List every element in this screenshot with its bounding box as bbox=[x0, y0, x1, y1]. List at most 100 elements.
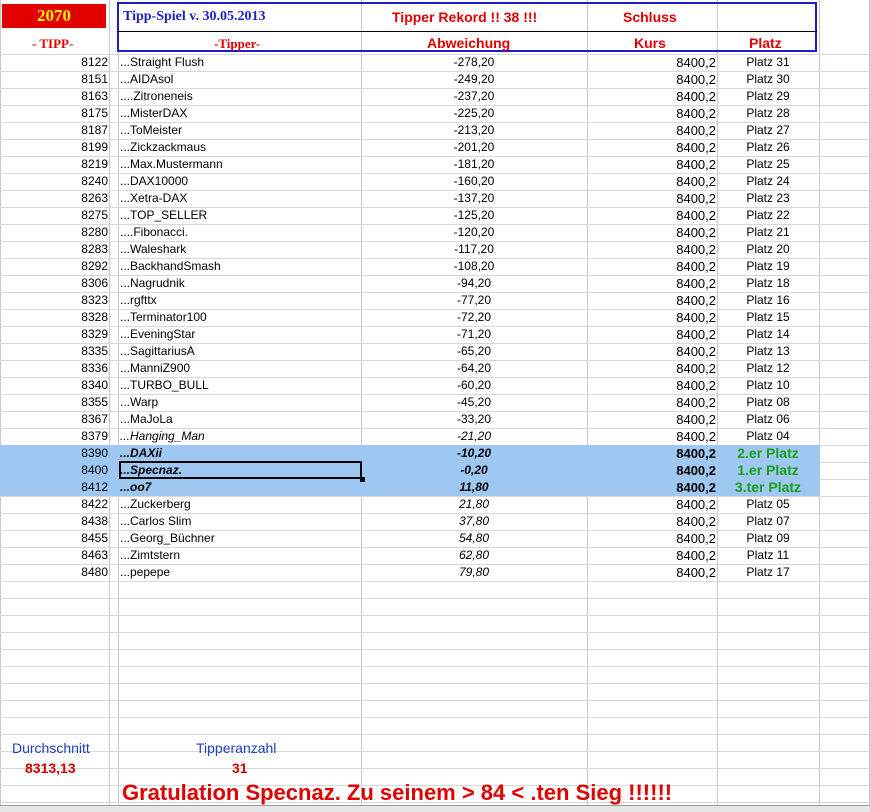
table-row[interactable]: 8292 ...BackhandSmash -108,20 8400,2 Platz 1… bbox=[0, 258, 820, 275]
table-row[interactable]: 8122 ...Straight Flush -278,20 8400,2 Platz … bbox=[0, 54, 820, 71]
selected-cell[interactable] bbox=[119, 461, 362, 479]
platz-cell[interactable]: Platz 16 bbox=[718, 292, 818, 309]
table-row[interactable]: 8329 ...EveningStar -71,20 8400,2 Platz 14 bbox=[0, 326, 820, 343]
tipper-name-cell[interactable]: ...Terminator100 bbox=[120, 309, 358, 326]
deviation-cell[interactable]: -64,20 bbox=[362, 360, 586, 377]
table-row[interactable]: 8463 ...Zimtstern 62,80 8400,2 Platz 11 bbox=[0, 547, 820, 564]
tipp-cell[interactable]: 8280 bbox=[0, 224, 108, 241]
tipp-cell[interactable]: 8306 bbox=[0, 275, 108, 292]
deviation-cell[interactable]: -10,20 bbox=[362, 445, 586, 462]
tipp-cell[interactable]: 8199 bbox=[0, 139, 108, 156]
platz-cell[interactable]: Platz 29 bbox=[718, 88, 818, 105]
platz-cell[interactable]: Platz 31 bbox=[718, 54, 818, 71]
table-row[interactable]: 8283 ...Waleshark -117,20 8400,2 Platz 20 bbox=[0, 241, 820, 258]
table-row[interactable]: 8438 ...Carlos Slim 37,80 8400,2 Platz 07 bbox=[0, 513, 820, 530]
tipper-name-cell[interactable]: ...DAXii bbox=[120, 445, 358, 462]
platz-cell[interactable]: Platz 13 bbox=[718, 343, 818, 360]
table-row[interactable]: 8367 ...MaJoLa -33,20 8400,2 Platz 06 bbox=[0, 411, 820, 428]
tipp-cell[interactable]: 8283 bbox=[0, 241, 108, 258]
kurs-cell[interactable]: 8400,2 bbox=[588, 190, 716, 207]
table-row[interactable]: 8240 ...DAX10000 -160,20 8400,2 Platz 24 bbox=[0, 173, 820, 190]
table-row[interactable]: 8355 ...Warp -45,20 8400,2 Platz 08 bbox=[0, 394, 820, 411]
table-row[interactable]: 8163 ....Zitroneneis -237,20 8400,2 Platz 29 bbox=[0, 88, 820, 105]
table-row[interactable]: 8328 ...Terminator100 -72,20 8400,2 Platz 15 bbox=[0, 309, 820, 326]
tipp-cell[interactable]: 8400 bbox=[0, 462, 108, 479]
kurs-cell[interactable]: 8400,2 bbox=[588, 122, 716, 139]
tipper-name-cell[interactable]: ...ManniZ900 bbox=[120, 360, 358, 377]
table-row[interactable]: 8151 ...AIDAsol -249,20 8400,2 Platz 30 bbox=[0, 71, 820, 88]
kurs-cell[interactable]: 8400,2 bbox=[588, 360, 716, 377]
tipper-name-cell[interactable]: ...Nagrudnik bbox=[120, 275, 358, 292]
deviation-cell[interactable]: -225,20 bbox=[362, 105, 586, 122]
deviation-cell[interactable]: -33,20 bbox=[362, 411, 586, 428]
tipper-name-cell[interactable]: ...Straight Flush bbox=[120, 54, 358, 71]
tipp-cell[interactable]: 8323 bbox=[0, 292, 108, 309]
tipp-cell[interactable]: 8390 bbox=[0, 445, 108, 462]
table-row[interactable]: 8340 ...TURBO_BULL -60,20 8400,2 Platz 10 bbox=[0, 377, 820, 394]
deviation-cell[interactable]: -71,20 bbox=[362, 326, 586, 343]
kurs-cell[interactable]: 8400,2 bbox=[588, 224, 716, 241]
table-row[interactable]: 8275 ...TOP_SELLER -125,20 8400,2 Platz 22 bbox=[0, 207, 820, 224]
tipp-cell[interactable]: 8329 bbox=[0, 326, 108, 343]
deviation-cell[interactable]: -45,20 bbox=[362, 394, 586, 411]
deviation-cell[interactable]: -237,20 bbox=[362, 88, 586, 105]
kurs-cell[interactable]: 8400,2 bbox=[588, 292, 716, 309]
tipper-name-cell[interactable]: ...Hanging_Man bbox=[120, 428, 358, 445]
platz-cell[interactable]: Platz 27 bbox=[718, 122, 818, 139]
kurs-cell[interactable]: 8400,2 bbox=[588, 139, 716, 156]
tipp-cell[interactable]: 8412 bbox=[0, 479, 108, 496]
tipp-cell[interactable]: 8163 bbox=[0, 88, 108, 105]
deviation-cell[interactable]: -117,20 bbox=[362, 241, 586, 258]
tipp-cell[interactable]: 8336 bbox=[0, 360, 108, 377]
deviation-cell[interactable]: 37,80 bbox=[362, 513, 586, 530]
deviation-cell[interactable]: -60,20 bbox=[362, 377, 586, 394]
kurs-cell[interactable]: 8400,2 bbox=[588, 513, 716, 530]
deviation-cell[interactable]: -94,20 bbox=[362, 275, 586, 292]
tipp-cell[interactable]: 8328 bbox=[0, 309, 108, 326]
kurs-cell[interactable]: 8400,2 bbox=[588, 428, 716, 445]
tipp-cell[interactable]: 8275 bbox=[0, 207, 108, 224]
kurs-cell[interactable]: 8400,2 bbox=[588, 88, 716, 105]
tipp-cell[interactable]: 8455 bbox=[0, 530, 108, 547]
deviation-cell[interactable]: -125,20 bbox=[362, 207, 586, 224]
platz-cell[interactable]: Platz 10 bbox=[718, 377, 818, 394]
fill-handle[interactable] bbox=[360, 477, 365, 482]
kurs-cell[interactable]: 8400,2 bbox=[588, 241, 716, 258]
tipper-name-cell[interactable]: ...BackhandSmash bbox=[120, 258, 358, 275]
platz-cell[interactable]: Platz 28 bbox=[718, 105, 818, 122]
tipper-name-cell[interactable]: ...Zuckerberg bbox=[120, 496, 358, 513]
tipp-cell[interactable]: 8151 bbox=[0, 71, 108, 88]
table-row[interactable]: 8390 ...DAXii -10,20 8400,2 2.er Platz bbox=[0, 445, 820, 462]
tipper-name-cell[interactable]: ...rgfttx bbox=[120, 292, 358, 309]
tipper-name-cell[interactable]: ...Carlos Slim bbox=[120, 513, 358, 530]
platz-cell[interactable]: Platz 12 bbox=[718, 360, 818, 377]
table-row[interactable]: 8306 ...Nagrudnik -94,20 8400,2 Platz 18 bbox=[0, 275, 820, 292]
platz-cell[interactable]: Platz 11 bbox=[718, 547, 818, 564]
kurs-cell[interactable]: 8400,2 bbox=[588, 156, 716, 173]
platz-cell[interactable]: Platz 19 bbox=[718, 258, 818, 275]
deviation-cell[interactable]: 21,80 bbox=[362, 496, 586, 513]
tipp-cell[interactable]: 8263 bbox=[0, 190, 108, 207]
kurs-cell[interactable]: 8400,2 bbox=[588, 343, 716, 360]
kurs-cell[interactable]: 8400,2 bbox=[588, 462, 716, 479]
deviation-cell[interactable]: 54,80 bbox=[362, 530, 586, 547]
table-row[interactable]: 8455 ...Georg_Büchner 54,80 8400,2 Platz 09 bbox=[0, 530, 820, 547]
kurs-cell[interactable]: 8400,2 bbox=[588, 326, 716, 343]
deviation-cell[interactable]: -278,20 bbox=[362, 54, 586, 71]
tipper-name-cell[interactable]: ...Georg_Büchner bbox=[120, 530, 358, 547]
kurs-cell[interactable]: 8400,2 bbox=[588, 54, 716, 71]
deviation-cell[interactable]: 79,80 bbox=[362, 564, 586, 581]
tipp-cell[interactable]: 8340 bbox=[0, 377, 108, 394]
tipper-name-cell[interactable]: ....Fibonacci. bbox=[120, 224, 358, 241]
table-row[interactable]: 8263 ...Xetra-DAX -137,20 8400,2 Platz 23 bbox=[0, 190, 820, 207]
kurs-cell[interactable]: 8400,2 bbox=[588, 258, 716, 275]
deviation-cell[interactable]: -201,20 bbox=[362, 139, 586, 156]
kurs-cell[interactable]: 8400,2 bbox=[588, 377, 716, 394]
tipper-name-cell[interactable]: ...Xetra-DAX bbox=[120, 190, 358, 207]
platz-cell[interactable]: Platz 06 bbox=[718, 411, 818, 428]
tipper-name-cell[interactable]: ...oo7 bbox=[120, 479, 358, 496]
table-row[interactable]: 8480 ...pepepe 79,80 8400,2 Platz 17 bbox=[0, 564, 820, 581]
tipp-cell[interactable]: 8480 bbox=[0, 564, 108, 581]
table-row[interactable]: 8422 ...Zuckerberg 21,80 8400,2 Platz 05 bbox=[0, 496, 820, 513]
kurs-cell[interactable]: 8400,2 bbox=[588, 564, 716, 581]
